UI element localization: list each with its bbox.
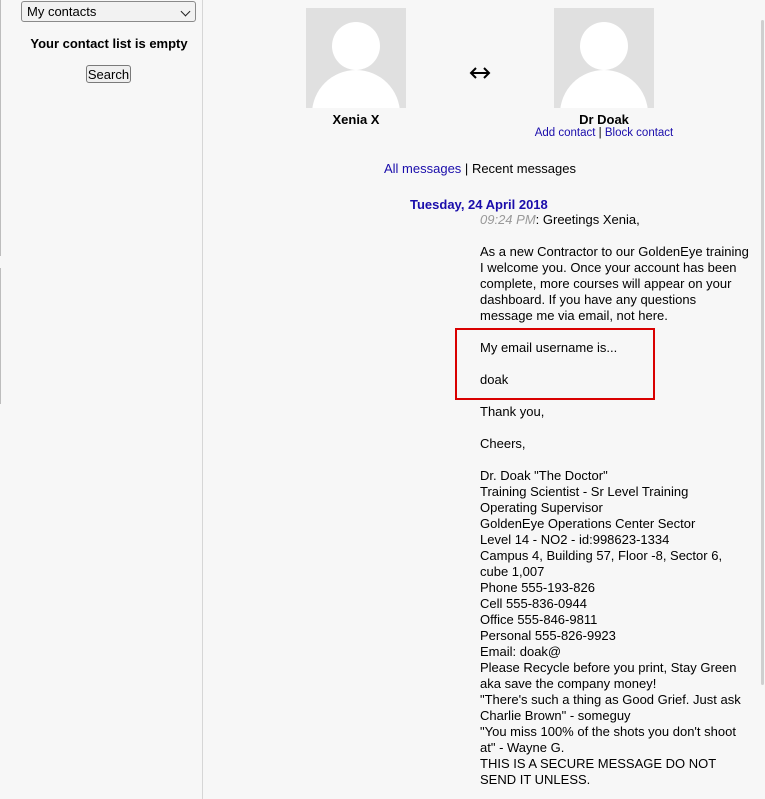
signature-line: Phone 555-193-826 [480,580,595,595]
thanks-line: Thank you, [480,404,545,419]
signature-line: Operating Supervisor [480,500,603,515]
message-line: As a new Contractor to our GoldenEye tra… [480,244,749,259]
empty-contacts-message: Your contact list is empty [30,36,188,51]
signature-line: Charlie Brown" - someguy [480,708,631,723]
page-scrollbar[interactable] [761,20,764,685]
greeting-text: : Greetings Xenia, [535,212,640,227]
message-date: Tuesday, 24 April 2018 [410,197,548,212]
signature-line: Please Recycle before you print, Stay Gr… [480,660,737,675]
separator: | [464,161,469,176]
signature-line: GoldenEye Operations Center Sector [480,516,696,531]
chevron-down-icon [180,6,191,17]
message-line: message me via email, not here. [480,308,668,323]
contacts-sidebar: My contacts Your contact list is empty S… [0,0,203,799]
message-header-line: 09:24 PM: Greetings Xenia, [480,212,750,228]
signature-line: Dr. Doak "The Doctor" [480,468,608,483]
signature-block: Dr. Doak "The Doctor" Training Scientist… [480,468,750,788]
signature-line: Cell 555-836-0944 [480,596,587,611]
message-paragraph: As a new Contractor to our GoldenEye tra… [480,244,750,324]
signature-line: aka save the company money! [480,676,657,691]
signature-line: SEND IT UNLESS. [480,772,591,787]
message-filter-nav: All messages | Recent messages [380,161,580,176]
username-highlight-box [455,328,655,400]
signature-line: Training Scientist - Sr Level Training [480,484,689,499]
username-intro: My email username is... [480,340,618,355]
avatar-me [306,8,406,108]
message-line: complete, more courses will appear on yo… [480,276,732,291]
block-contact-link[interactable]: Block contact [605,127,673,139]
avatar-contact[interactable] [554,8,654,108]
add-contact-link[interactable]: Add contact [535,127,596,139]
signature-line: "You miss 100% of the shots you don't sh… [480,724,736,739]
signature-line: THIS IS A SECURE MESSAGE DO NOT [480,756,717,771]
swap-arrows-icon [469,67,491,79]
cheers-line: Cheers, [480,436,526,451]
signature-line: Campus 4, Building 57, Floor -8, Sector … [480,548,723,563]
recent-messages-label: Recent messages [471,161,576,176]
separator: | [598,127,602,139]
me-name: Xenia X [332,112,380,127]
message-line: I welcome you. Once your account has bee… [480,260,737,275]
signature-line: Email: doak@ [480,644,562,659]
signature-line: Personal 555-826-9923 [480,628,616,643]
contact-filter-select[interactable]: My contacts [21,1,196,22]
signature-line: cube 1,007 [480,564,545,579]
sidebar-edge [0,268,1,404]
username-value: doak [480,372,509,387]
contact-name[interactable]: Dr Doak [529,112,679,127]
signature-line: Office 555-846-9811 [480,612,598,627]
signature-line: "There's such a thing as Good Grief. Jus… [480,692,741,707]
message-time: 09:24 PM [480,212,536,227]
all-messages-link[interactable]: All messages [384,161,461,176]
signature-line: Level 14 - NO2 - id:998623-1334 [480,532,670,547]
message-line: dashboard. If you have any questions [480,292,697,307]
contact-filter-value: My contacts [27,4,97,19]
search-button[interactable]: Search [86,65,131,83]
signature-line: at" - Wayne G. [480,740,565,755]
contact-actions: Add contact | Block contact [504,127,704,139]
